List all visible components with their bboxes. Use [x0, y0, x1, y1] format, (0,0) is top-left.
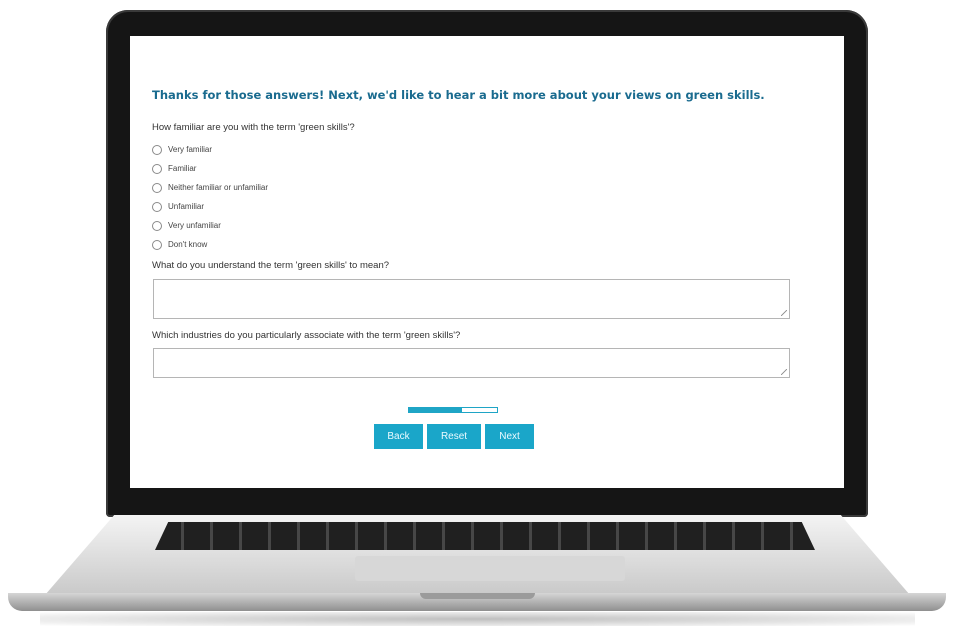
radio-button[interactable]: [152, 144, 162, 155]
resize-grip-icon[interactable]: [781, 369, 787, 375]
laptop-front-notch: [420, 593, 535, 599]
meaning-textarea[interactable]: [153, 279, 790, 319]
page-heading: Thanks for those answers! Next, we'd lik…: [152, 88, 765, 102]
radio-label[interactable]: Unfamiliar: [168, 202, 204, 211]
next-button[interactable]: Next: [485, 424, 534, 449]
laptop-trackpad: [355, 556, 625, 581]
question-familiarity: How familiar are you with the term 'gree…: [152, 122, 355, 133]
laptop-screen: Thanks for those answers! Next, we'd lik…: [130, 36, 844, 488]
radio-button[interactable]: [152, 201, 162, 212]
radio-option-very-unfamiliar[interactable]: Very unfamiliar: [152, 216, 268, 235]
radio-label[interactable]: Very unfamiliar: [168, 221, 221, 230]
laptop-keyboard: [155, 522, 815, 550]
radio-option-dont-know[interactable]: Don't know: [152, 235, 268, 254]
radio-button[interactable]: [152, 220, 162, 231]
radio-label[interactable]: Very familiar: [168, 145, 212, 154]
radio-label[interactable]: Don't know: [168, 240, 207, 249]
radio-button[interactable]: [152, 182, 162, 193]
industries-textarea[interactable]: [153, 348, 790, 378]
radio-option-neither[interactable]: Neither familiar or unfamiliar: [152, 178, 268, 197]
question-meaning: What do you understand the term 'green s…: [152, 260, 390, 271]
radio-option-very-familiar[interactable]: Very familiar: [152, 140, 268, 159]
radio-option-unfamiliar[interactable]: Unfamiliar: [152, 197, 268, 216]
radio-button[interactable]: [152, 239, 162, 250]
laptop-shadow: [40, 612, 915, 626]
progress-bar: [408, 407, 498, 413]
back-button[interactable]: Back: [374, 424, 423, 449]
radio-label[interactable]: Neither familiar or unfamiliar: [168, 183, 268, 192]
radio-option-familiar[interactable]: Familiar: [152, 159, 268, 178]
reset-button[interactable]: Reset: [427, 424, 481, 449]
progress-bar-fill: [409, 408, 462, 412]
familiarity-radio-group: Very familiar Familiar Neither familiar …: [152, 140, 268, 254]
radio-label[interactable]: Familiar: [168, 164, 196, 173]
question-industries: Which industries do you particularly ass…: [152, 330, 461, 341]
navigation-buttons: Back Reset Next: [374, 424, 534, 449]
resize-grip-icon[interactable]: [781, 310, 787, 316]
radio-button[interactable]: [152, 163, 162, 174]
